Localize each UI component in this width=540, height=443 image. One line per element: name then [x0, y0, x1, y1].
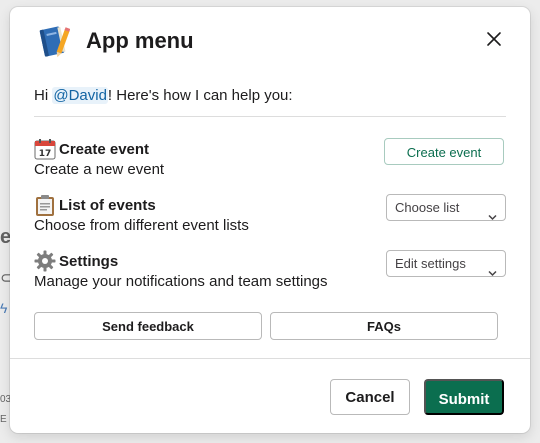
app-menu-modal: App menu Hi @David! Here's how I can hel… [10, 7, 530, 433]
section-description: Manage your notifications and team setti… [34, 273, 328, 290]
section-title-label: List of events [59, 196, 156, 214]
section-title-label: Settings [59, 252, 119, 270]
user-mention[interactable]: @David [52, 87, 108, 104]
section-title-label: Create event [59, 140, 150, 158]
divider [10, 358, 530, 359]
chevron-down-icon [488, 260, 497, 277]
section-title: 17 Create event [34, 138, 149, 160]
modal-title: App menu [86, 28, 194, 53]
send-feedback-button[interactable]: Send feedback [34, 312, 262, 340]
choose-list-select[interactable]: Choose list [386, 194, 506, 221]
greeting-suffix: ! Here's how I can help you: [107, 87, 293, 104]
background-text: ϟ [0, 300, 8, 316]
section-description: Create a new event [34, 161, 165, 178]
section-settings: Settings Manage your notifications and t… [34, 250, 506, 296]
calendar-icon: 17 [34, 138, 56, 160]
clipboard-icon [34, 194, 56, 216]
select-value: Choose list [395, 200, 460, 215]
svg-text:17: 17 [39, 149, 52, 159]
section-list-of-events: List of events Choose from different eve… [34, 194, 506, 240]
submit-button[interactable]: Submit [424, 379, 504, 415]
section-create-event: 17 Create event Create a new event Creat… [34, 138, 506, 184]
divider [34, 116, 506, 117]
greeting-text: Hi @David! Here's how I can help you: [34, 87, 293, 104]
secondary-actions: Send feedback FAQs [34, 312, 506, 340]
edit-settings-select[interactable]: Edit settings [386, 250, 506, 277]
create-event-button[interactable]: Create event [384, 138, 504, 165]
close-button[interactable] [480, 27, 508, 55]
section-description: Choose from different event lists [34, 217, 249, 234]
select-value: Edit settings [395, 256, 466, 271]
faqs-button[interactable]: FAQs [270, 312, 498, 340]
section-title: Settings [34, 250, 118, 272]
chevron-down-icon [488, 204, 497, 221]
gear-icon [34, 250, 56, 272]
modal-header: App menu [10, 7, 530, 75]
close-icon [486, 31, 502, 52]
section-title: List of events [34, 194, 156, 216]
notebook-icon [34, 23, 71, 59]
background-text: E [0, 414, 7, 425]
cancel-button[interactable]: Cancel [330, 379, 410, 415]
greeting-prefix: Hi [34, 87, 53, 104]
